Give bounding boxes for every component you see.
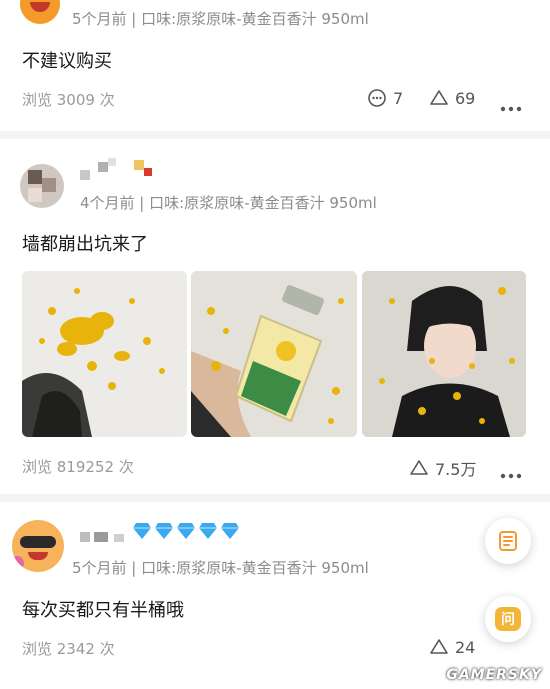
- like-button[interactable]: 7.5万: [409, 456, 476, 480]
- comment-meta: 4个月前 | 口味:原浆原味-黄金百香汁 950ml: [80, 194, 377, 212]
- like-count: 24: [455, 637, 476, 657]
- comment-meta: 5个月前 | 口味:原浆原味-黄金百香汁 950ml: [72, 559, 369, 577]
- more-dots-icon[interactable]: [500, 464, 522, 483]
- note-button[interactable]: [485, 518, 531, 564]
- diamond-icon: [221, 523, 239, 539]
- ask-icon: 问: [495, 607, 521, 631]
- view-count: 浏览 3009 次: [22, 91, 115, 109]
- divider: [0, 131, 550, 139]
- view-count: 浏览 819252 次: [22, 458, 134, 476]
- more-dots-icon[interactable]: [500, 97, 522, 116]
- avatar[interactable]: [12, 520, 64, 572]
- diamond-icon: [177, 523, 195, 539]
- diamond-icon: [199, 523, 217, 539]
- comment-text: 墙都崩出坑来了: [22, 234, 148, 255]
- diamond-icon: [155, 523, 173, 539]
- triangle-like-icon: [430, 90, 448, 105]
- like-button[interactable]: 69: [429, 88, 475, 108]
- watermark: GAMERSKY: [446, 667, 542, 683]
- comment-bubble-icon: [368, 89, 386, 107]
- diamond-icon: [133, 523, 151, 539]
- comment-meta: 5个月前 | 口味:原浆原味-黄金百香汁 950ml: [72, 10, 369, 28]
- comment-photo-3[interactable]: [362, 271, 526, 437]
- avatar[interactable]: [20, 0, 60, 24]
- badge-diamonds: [132, 522, 240, 540]
- divider: [0, 494, 550, 502]
- reply-button[interactable]: 7: [367, 88, 403, 108]
- comment-text: 每次买都只有半桶哦: [22, 600, 184, 621]
- view-count: 浏览 2342 次: [22, 640, 115, 658]
- like-count: 69: [455, 88, 476, 108]
- avatar[interactable]: [20, 164, 64, 208]
- triangle-like-icon: [430, 639, 448, 654]
- ask-button[interactable]: 问: [485, 596, 531, 642]
- reply-count: 7: [393, 88, 404, 108]
- triangle-like-icon: [410, 460, 428, 475]
- like-count: 7.5万: [435, 460, 477, 479]
- like-button[interactable]: 24: [429, 637, 475, 657]
- note-icon: [499, 531, 517, 551]
- comment-photo-2[interactable]: [191, 271, 357, 437]
- comment-photo-1[interactable]: [22, 271, 187, 437]
- comment-text: 不建议购买: [22, 51, 112, 72]
